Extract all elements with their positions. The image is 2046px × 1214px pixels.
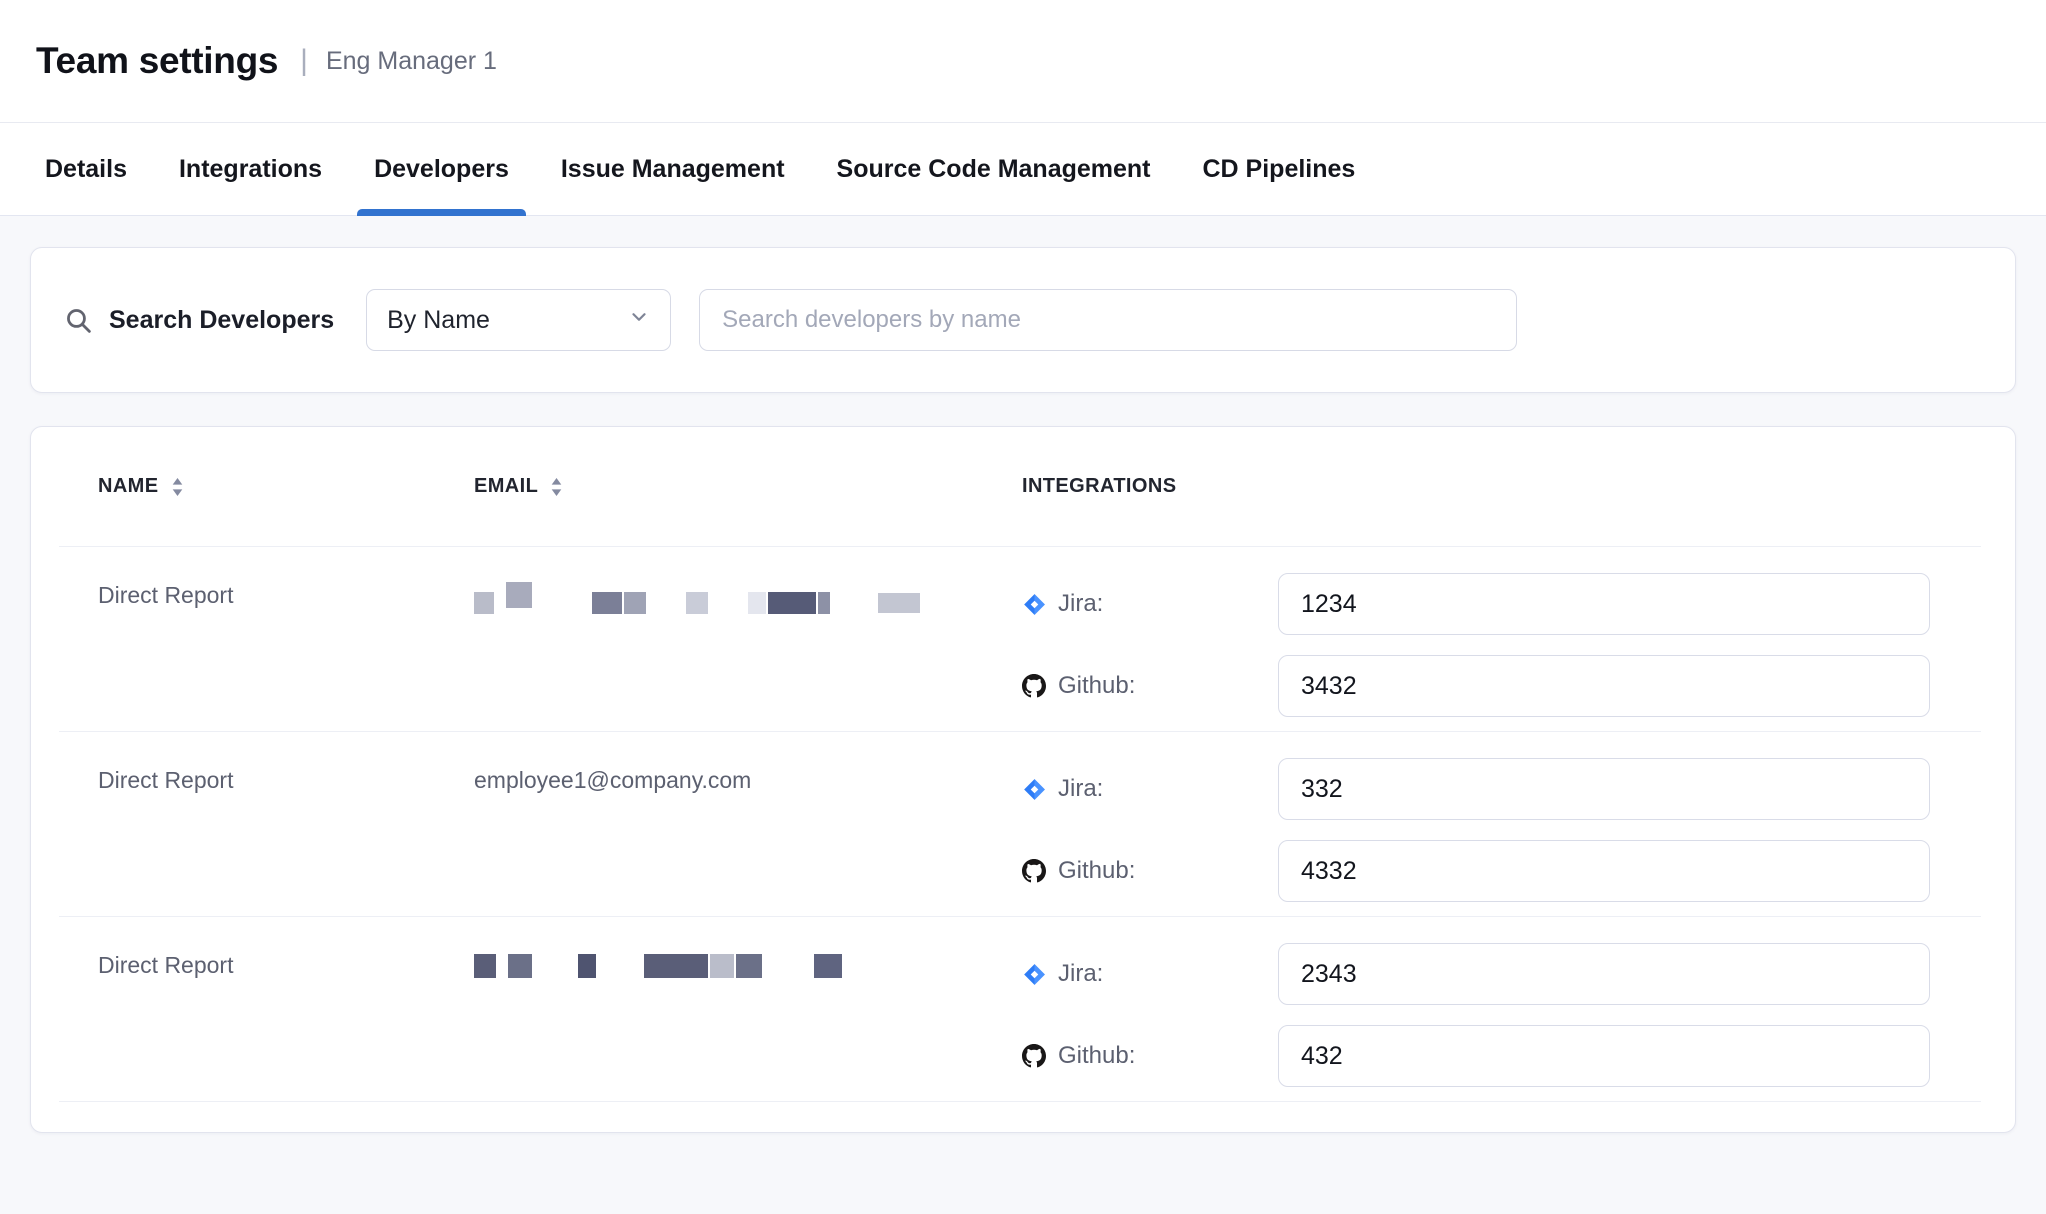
github-integration-row: Github: xyxy=(1022,1025,1981,1087)
integrations-cell: Jira: Github: xyxy=(1022,573,1981,717)
table-row: Direct Report Jira: xyxy=(31,917,2015,1101)
jira-id-input[interactable] xyxy=(1278,943,1930,1005)
email-cell: employee1@company.com xyxy=(474,758,1022,902)
github-id-input[interactable] xyxy=(1278,840,1930,902)
tab-label: Source Code Management xyxy=(837,155,1151,184)
developer-name: Direct Report xyxy=(98,943,474,1087)
sort-name-button[interactable] xyxy=(171,477,184,497)
jira-label: Jira: xyxy=(1058,775,1278,803)
jira-integration-row: Jira: xyxy=(1022,758,1981,820)
github-icon xyxy=(1022,859,1046,883)
row-divider xyxy=(59,1101,1981,1102)
tab-source-code-management[interactable]: Source Code Management xyxy=(820,123,1168,215)
jira-integration-row: Jira: xyxy=(1022,943,1981,1005)
tab-bar: Details Integrations Developers Issue Ma… xyxy=(0,122,2046,216)
github-label: Github: xyxy=(1058,1042,1278,1070)
email-cell xyxy=(474,573,1022,717)
title-separator: | xyxy=(300,44,308,78)
tab-developers[interactable]: Developers xyxy=(357,123,526,215)
tab-label: CD Pipelines xyxy=(1203,155,1356,184)
column-header-integrations: INTEGRATIONS xyxy=(1022,475,1981,498)
integrations-header-label: INTEGRATIONS xyxy=(1022,475,1176,498)
tab-details[interactable]: Details xyxy=(28,123,144,215)
table-row: Direct Report employee1@company.com Jira… xyxy=(31,732,2015,916)
tab-issue-management[interactable]: Issue Management xyxy=(544,123,802,215)
github-label: Github: xyxy=(1058,857,1278,885)
tab-label: Integrations xyxy=(179,155,322,184)
tab-label: Issue Management xyxy=(561,155,785,184)
page-header: Team settings | Eng Manager 1 xyxy=(0,0,2046,122)
integrations-cell: Jira: Github: xyxy=(1022,758,1981,902)
github-icon xyxy=(1022,674,1046,698)
search-filter-select[interactable]: By Name xyxy=(366,289,671,351)
tab-label: Details xyxy=(45,155,127,184)
github-integration-row: Github: xyxy=(1022,655,1981,717)
sort-email-button[interactable] xyxy=(550,477,563,497)
github-id-input[interactable] xyxy=(1278,655,1930,717)
github-icon xyxy=(1022,1044,1046,1068)
jira-id-input[interactable] xyxy=(1278,573,1930,635)
github-label: Github: xyxy=(1058,672,1278,700)
table-body: Direct Report Jira: xyxy=(31,547,2015,1102)
email-cell xyxy=(474,943,1022,1087)
search-input[interactable] xyxy=(699,289,1517,351)
name-header-label: NAME xyxy=(98,475,159,498)
developer-email: employee1@company.com xyxy=(474,767,751,793)
jira-icon xyxy=(1022,592,1046,616)
jira-id-input[interactable] xyxy=(1278,758,1930,820)
integrations-cell: Jira: Github: xyxy=(1022,943,1981,1087)
jira-label: Jira: xyxy=(1058,960,1278,988)
search-card: Search Developers By Name xyxy=(30,247,2016,393)
github-integration-row: Github: xyxy=(1022,840,1981,902)
table-header-row: NAME EMAIL INTEGRATIONS xyxy=(31,427,2015,546)
jira-icon xyxy=(1022,962,1046,986)
column-header-email: EMAIL xyxy=(474,475,1022,498)
page-title: Team settings xyxy=(36,40,278,82)
jira-icon xyxy=(1022,777,1046,801)
content-area: Search Developers By Name NAME xyxy=(0,216,2046,1133)
email-header-label: EMAIL xyxy=(474,475,538,498)
chevron-down-icon xyxy=(628,306,650,335)
page-subtitle: Eng Manager 1 xyxy=(326,47,497,76)
redacted-email-blocks xyxy=(474,952,842,978)
tab-cd-pipelines[interactable]: CD Pipelines xyxy=(1186,123,1373,215)
filter-selected-value: By Name xyxy=(387,306,490,335)
jira-integration-row: Jira: xyxy=(1022,573,1981,635)
tab-label: Developers xyxy=(374,155,509,184)
github-id-input[interactable] xyxy=(1278,1025,1930,1087)
tab-integrations[interactable]: Integrations xyxy=(162,123,339,215)
column-header-name: NAME xyxy=(98,475,474,498)
table-row: Direct Report Jira: xyxy=(31,547,2015,731)
developers-table: NAME EMAIL INTEGRATIONS xyxy=(30,426,2016,1133)
redacted-email-blocks xyxy=(474,582,920,614)
developer-name: Direct Report xyxy=(98,573,474,717)
search-developers-label: Search Developers xyxy=(109,306,334,335)
developer-name: Direct Report xyxy=(98,758,474,902)
search-icon xyxy=(64,306,93,335)
jira-label: Jira: xyxy=(1058,590,1278,618)
